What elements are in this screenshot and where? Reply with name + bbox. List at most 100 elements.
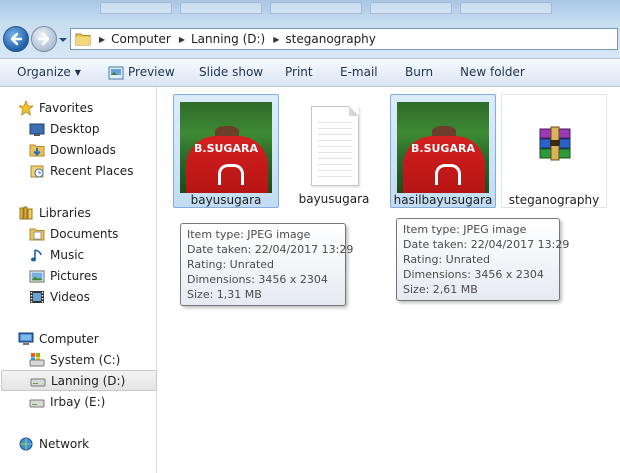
new-folder-label: New folder (460, 65, 525, 79)
nav-label: Favorites (39, 100, 94, 115)
breadcrumb-computer[interactable]: ▶ Computer (99, 32, 171, 46)
winrar-archive-icon (539, 126, 571, 161)
print-button[interactable]: Print (285, 65, 313, 79)
window-chrome: ▶ Computer ▶ Lanning (D:) ▶ steganograph… (0, 0, 620, 58)
forward-button[interactable] (31, 26, 57, 52)
recent-places-icon (29, 163, 45, 179)
organize-button[interactable]: Organize ▼ (17, 65, 81, 79)
tooltip-dimensions: Dimensions: 3456 x 2304 (403, 268, 544, 281)
tooltip-item-type: Item type: JPEG image (187, 228, 311, 241)
tooltip-date-taken: Date taken: 22/04/2017 13:29 (187, 243, 354, 256)
slideshow-label: Slide show (199, 65, 264, 79)
tooltip-dimensions: Dimensions: 3456 x 2304 (187, 273, 328, 286)
nav-label: Music (50, 247, 85, 262)
breadcrumb-label: Lanning (D:) (190, 32, 266, 46)
nav-recent-places[interactable]: Recent Places (29, 160, 157, 181)
image-thumbnail: B.SUGARA (180, 102, 272, 193)
nav-libraries[interactable]: Libraries (18, 202, 157, 223)
arrow-right-icon (37, 32, 50, 46)
slideshow-button[interactable]: Slide show (199, 65, 263, 79)
file-info-tooltip: Item type: JPEG image Date taken: 22/04/… (396, 218, 570, 301)
downloads-folder-icon (29, 142, 45, 158)
breadcrumb-drive[interactable]: ▶ Lanning (D:) (179, 32, 265, 46)
music-note-icon (29, 247, 45, 263)
nav-label: Videos (50, 289, 90, 304)
nav-label: Pictures (50, 268, 98, 283)
nav-label: Desktop (50, 121, 100, 136)
breadcrumb-separator-icon: ▶ (273, 34, 280, 44)
file-tile-bayusugara-doc[interactable]: bayusugara (281, 94, 387, 208)
nav-network[interactable]: Network (18, 433, 157, 454)
tooltip-size: Size: 1,31 MB (187, 288, 262, 301)
nav-system-c[interactable]: System (C:) (29, 349, 157, 370)
nav-favorites[interactable]: Favorites (17, 97, 157, 118)
address-bar[interactable]: ▶ Computer ▶ Lanning (D:) ▶ steganograph… (70, 28, 618, 50)
print-label: Print (285, 65, 313, 79)
nav-label: Network (39, 436, 90, 451)
jersey-text: B.SUGARA (194, 142, 258, 155)
nav-music[interactable]: Music (29, 244, 157, 265)
jersey-text: B.SUGARA (411, 142, 475, 155)
desktop-icon (29, 121, 45, 137)
star-icon (17, 99, 35, 116)
breadcrumb-label: Computer (111, 32, 171, 46)
arrow-left-icon (10, 32, 23, 46)
drive-icon (30, 373, 46, 389)
file-name: steganography (508, 193, 600, 207)
nav-desktop[interactable]: Desktop (29, 118, 157, 139)
nav-pictures[interactable]: Pictures (29, 265, 157, 286)
file-tile-hasilbayusugara[interactable]: B.SUGARA hasilbayusugara (390, 94, 496, 208)
burn-label: Burn (405, 65, 434, 79)
preview-button[interactable]: Preview (128, 65, 175, 79)
breadcrumb-separator-icon: ▶ (178, 34, 185, 44)
network-globe-icon (18, 436, 34, 452)
navigation-pane: Favorites Desktop Downloads Recent Place… (0, 87, 157, 473)
nav-irbay-e[interactable]: Irbay (E:) (29, 391, 157, 412)
tooltip-date-taken: Date taken: 22/04/2017 13:29 (403, 238, 570, 251)
email-label: E-mail (340, 65, 378, 79)
documents-icon (29, 226, 45, 242)
burn-button[interactable]: Burn (405, 65, 433, 79)
nav-label: Recent Places (50, 163, 134, 178)
file-name: bayusugara (190, 193, 262, 207)
tooltip-rating: Rating: Unrated (187, 258, 275, 271)
nav-label: Libraries (39, 205, 91, 220)
recent-pages-dropdown-icon[interactable] (58, 35, 68, 45)
libraries-icon (18, 205, 34, 221)
image-thumbnail: B.SUGARA (397, 102, 489, 193)
folder-icon (75, 33, 91, 46)
file-info-tooltip: Item type: JPEG image Date taken: 22/04/… (180, 223, 354, 306)
email-button[interactable]: E-mail (340, 65, 378, 79)
tooltip-size: Size: 2,61 MB (403, 283, 478, 296)
windows-drive-icon (29, 352, 45, 368)
file-name: bayusugara (298, 192, 370, 206)
breadcrumb-separator-icon: ▶ (99, 34, 106, 44)
nav-computer[interactable]: Computer (18, 328, 157, 349)
nav-lanning-d[interactable]: Lanning (D:) (1, 370, 157, 391)
file-tile-steganography[interactable]: steganography (501, 94, 607, 208)
document-icon (311, 106, 359, 186)
nav-downloads[interactable]: Downloads (29, 139, 157, 160)
computer-icon (18, 331, 34, 347)
background-taskbar-strip (60, 0, 620, 14)
nav-label: Irbay (E:) (50, 394, 106, 409)
chevron-down-icon: ▼ (74, 68, 81, 77)
breadcrumb-folder[interactable]: ▶ steganography (273, 32, 376, 46)
file-tile-bayusugara-jpg[interactable]: B.SUGARA bayusugara (173, 94, 279, 208)
command-bar: Organize ▼ Preview Slide show Print E-mai… (0, 58, 620, 87)
file-list-pane: B.SUGARA bayusugara bayusugara B.SUGARA … (158, 87, 620, 473)
pictures-icon (29, 268, 45, 284)
back-button[interactable] (3, 26, 29, 52)
nav-documents[interactable]: Documents (29, 223, 157, 244)
tooltip-rating: Rating: Unrated (403, 253, 491, 266)
new-folder-button[interactable]: New folder (460, 65, 525, 79)
file-name: hasilbayusugara (393, 193, 493, 207)
preview-label: Preview (128, 65, 175, 79)
preview-icon (108, 66, 124, 80)
nav-label: Downloads (50, 142, 116, 157)
drive-icon (29, 394, 45, 410)
tooltip-item-type: Item type: JPEG image (403, 223, 527, 236)
nav-label: Computer (39, 331, 99, 346)
nav-label: Lanning (D:) (51, 373, 126, 388)
nav-videos[interactable]: Videos (29, 286, 157, 307)
